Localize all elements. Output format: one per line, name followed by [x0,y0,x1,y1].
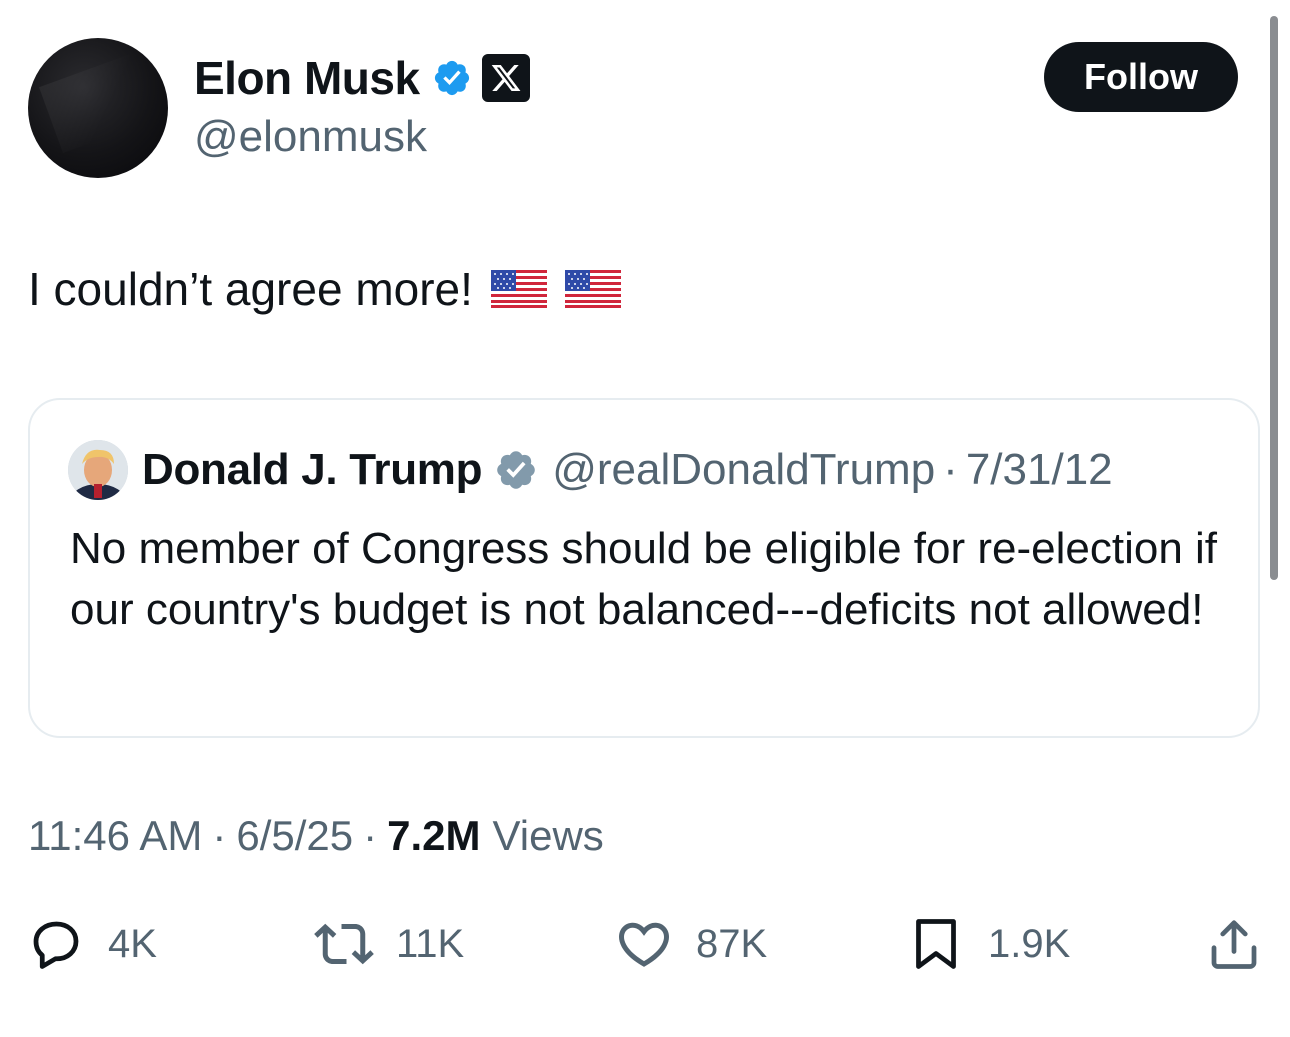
follow-button[interactable]: Follow [1044,42,1238,112]
bookmark-count: 1.9K [988,921,1071,966]
quoted-tweet-date[interactable]: 7/31/12 [966,445,1113,495]
like-count: 87K [696,921,768,966]
like-button[interactable]: 87K [614,912,767,976]
share-icon [1211,920,1257,969]
quoted-tweet-header: Donald J. Trump @realDonaldTrump · 7/31/… [142,440,1113,500]
verified-badge-icon [434,60,469,96]
separator-dot: · [363,812,378,859]
bookmark-button[interactable]: 1.9K [906,912,1070,976]
tweet-meta: 11:46 AM · 6/5/25 · 7.2M Views [28,812,604,860]
separator-dot: · [943,445,958,494]
tweet-text: I couldn’t agree more! [28,263,473,315]
author-name-row: Elon Musk [194,50,530,106]
separator-dot: · [212,812,227,859]
x-logo-icon [481,54,530,102]
share-button[interactable] [1204,912,1264,976]
quoted-tweet-text: No member of Congress should be eligible… [70,524,1218,634]
us-flag-icon [564,270,621,308]
author-display-name[interactable]: Elon Musk [194,51,420,105]
scrollbar[interactable] [1270,16,1278,580]
repost-icon [314,923,374,965]
reply-button[interactable]: 4K [26,912,157,976]
author-avatar[interactable] [28,38,168,178]
repost-count: 11K [396,921,465,966]
verified-badge-icon [497,451,535,489]
reply-count: 4K [108,921,157,966]
repost-button[interactable]: 11K [314,912,464,976]
author-handle[interactable]: @elonmusk [194,112,427,162]
us-flag-icon [490,270,547,308]
views-count: 7.2M [387,812,481,859]
reply-icon [33,921,79,969]
quoted-author-name[interactable]: Donald J. Trump [142,445,483,495]
tweet-date[interactable]: 6/5/25 [236,812,353,860]
quoted-author-handle[interactable]: @realDonaldTrump [552,445,935,495]
heart-icon [618,922,670,967]
views-label: Views [492,812,604,859]
tweet-time[interactable]: 11:46 AM [28,812,202,860]
tweet-body: I couldn’t agree more! [28,262,621,316]
bookmark-icon [916,919,956,969]
quoted-author-avatar [68,440,128,500]
